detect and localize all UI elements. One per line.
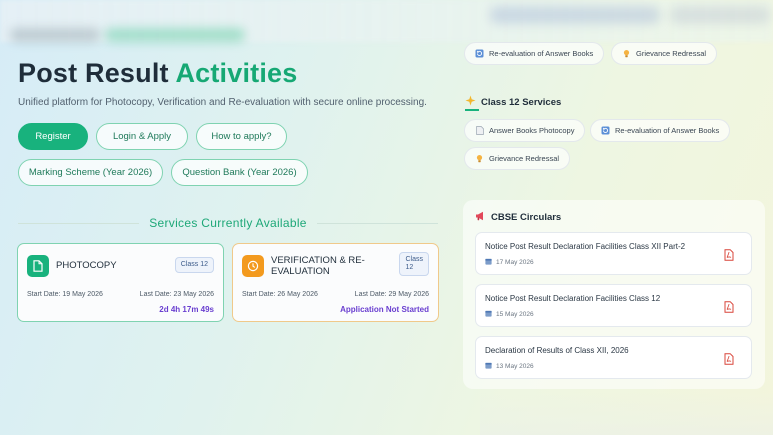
- calendar-icon: [485, 362, 492, 371]
- circular-date: 17 May 2026: [485, 258, 534, 267]
- megaphone-icon: [475, 211, 486, 224]
- service-name: PHOTOCOPY: [56, 260, 117, 271]
- circular-item[interactable]: Notice Post Result Declaration Facilitie…: [475, 232, 752, 275]
- class12-heading: Class 12 Services: [465, 95, 562, 111]
- page-title: Post Result Activities: [18, 58, 298, 89]
- chip-grievance-top[interactable]: Grievance Redressal: [611, 42, 718, 65]
- badge-line: Class: [405, 256, 423, 263]
- service-card-verification[interactable]: VERIFICATION & RE- EVALUATION Class 12 S…: [232, 243, 439, 322]
- last-date: Last Date: 29 May 2026: [354, 291, 429, 298]
- login-apply-button[interactable]: Login & Apply: [96, 123, 188, 150]
- page-subtitle: Unified platform for Photocopy, Verifica…: [18, 97, 427, 108]
- chip-label: Re-evaluation of Answer Books: [615, 126, 720, 135]
- application-status: Application Not Started: [340, 305, 429, 314]
- start-date: Start Date: 26 May 2026: [242, 291, 318, 298]
- circular-date-text: 17 May 2026: [496, 259, 534, 266]
- blurred-footer: [480, 392, 773, 435]
- refresh-icon: [475, 49, 484, 58]
- pdf-icon[interactable]: [724, 352, 734, 370]
- chip-label: Grievance Redressal: [489, 154, 560, 163]
- badge-line: 12: [405, 264, 414, 271]
- chip-label: Re-evaluation of Answer Books: [489, 49, 594, 58]
- chip-label: Grievance Redressal: [636, 49, 707, 58]
- register-button[interactable]: Register: [18, 123, 88, 150]
- title-main: Post Result: [18, 58, 169, 88]
- start-date: Start Date: 19 May 2026: [27, 291, 103, 298]
- circular-title: Declaration of Results of Class XII, 202…: [485, 346, 629, 355]
- blurred-nav-item: [490, 6, 660, 24]
- circulars-heading: CBSE Circulars: [475, 211, 561, 224]
- question-bank-button[interactable]: Question Bank (Year 2026): [171, 159, 308, 186]
- services-heading-text: Services Currently Available: [149, 216, 307, 230]
- blurred-logo-accent: [105, 28, 245, 42]
- service-name-line: EVALUATION: [271, 266, 330, 277]
- document-icon: [27, 255, 49, 277]
- blurred-logo: [10, 28, 100, 42]
- divider: [316, 222, 438, 224]
- circulars-heading-text: CBSE Circulars: [491, 212, 562, 223]
- circular-date: 15 May 2026: [485, 310, 534, 319]
- circular-title: Notice Post Result Declaration Facilitie…: [485, 294, 661, 303]
- class12-heading-text: Class 12 Services: [481, 96, 562, 108]
- refresh-icon: [601, 126, 610, 135]
- countdown-timer: 2d 4h 17m 49s: [159, 305, 214, 314]
- class-badge: Class 12: [174, 257, 214, 273]
- circular-item[interactable]: Notice Post Result Declaration Facilitie…: [475, 284, 752, 327]
- calendar-icon: [485, 310, 492, 319]
- how-to-apply-button[interactable]: How to apply?: [196, 123, 287, 150]
- services-heading: Services Currently Available: [18, 216, 438, 230]
- chip-label: Answer Books Photocopy: [489, 126, 575, 135]
- clock-icon: [242, 255, 264, 277]
- class-badge: Class 12: [399, 252, 429, 276]
- calendar-icon: [485, 258, 492, 267]
- pdf-icon[interactable]: [724, 300, 734, 318]
- title-accent: Activities: [175, 58, 298, 88]
- circular-date-text: 15 May 2026: [496, 311, 534, 318]
- chip-grievance[interactable]: Grievance Redressal: [464, 147, 571, 170]
- circular-date-text: 13 May 2026: [496, 363, 534, 370]
- service-name-line: VERIFICATION & RE-: [271, 255, 365, 266]
- service-card-photocopy[interactable]: PHOTOCOPY Class 12 Start Date: 19 May 20…: [17, 243, 224, 322]
- last-date: Last Date: 23 May 2026: [139, 291, 214, 298]
- divider: [18, 222, 140, 224]
- circular-title: Notice Post Result Declaration Facilitie…: [485, 242, 686, 251]
- lightbulb-icon: [622, 49, 631, 58]
- marking-scheme-button[interactable]: Marking Scheme (Year 2026): [18, 159, 163, 186]
- circulars-panel: CBSE Circulars Notice Post Result Declar…: [463, 200, 765, 389]
- lightbulb-icon: [475, 154, 484, 163]
- document-icon: [475, 126, 484, 135]
- circular-date: 13 May 2026: [485, 362, 534, 371]
- chip-reevaluation-top[interactable]: Re-evaluation of Answer Books: [464, 42, 605, 65]
- sparkle-icon: [465, 95, 476, 109]
- circular-item[interactable]: Declaration of Results of Class XII, 202…: [475, 336, 752, 379]
- service-name: VERIFICATION & RE- EVALUATION: [271, 255, 365, 277]
- blurred-nav-item: [670, 6, 770, 24]
- pdf-icon[interactable]: [724, 248, 734, 266]
- chip-photocopy[interactable]: Answer Books Photocopy: [464, 119, 586, 142]
- chip-reevaluation[interactable]: Re-evaluation of Answer Books: [590, 119, 731, 142]
